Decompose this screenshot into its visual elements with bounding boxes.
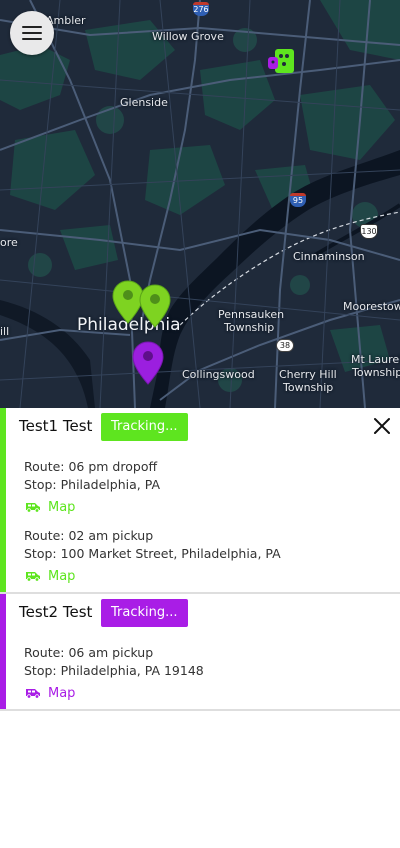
tracking-button[interactable]: Tracking... bbox=[101, 599, 188, 627]
close-icon[interactable] bbox=[370, 414, 394, 438]
person-name: Test2 Test bbox=[19, 603, 93, 621]
stop-address: Stop: Philadelphia, PA bbox=[24, 476, 160, 492]
route-name: Route: 06 am pickup bbox=[24, 645, 154, 660]
hamburger-menu-icon bbox=[22, 32, 42, 34]
marker-cluster-icon[interactable] bbox=[266, 47, 296, 77]
map-label-township: Township bbox=[283, 381, 334, 394]
map-label-cinnaminson: Cinnaminson bbox=[293, 250, 365, 263]
map-link-label: Map bbox=[48, 499, 76, 515]
route-name: Route: 06 pm dropoff bbox=[24, 459, 158, 474]
map-label-moorestown: Moorestown bbox=[343, 300, 400, 313]
map-label-collingswood: Collingswood bbox=[182, 368, 255, 381]
us-130-shield: 130 bbox=[360, 224, 378, 239]
hamburger-menu-icon bbox=[22, 26, 42, 28]
person-name: Test1 Test bbox=[19, 417, 93, 435]
map-link-label: Map bbox=[48, 685, 76, 701]
map-label-township: Township bbox=[224, 321, 275, 334]
map-link[interactable]: Map bbox=[0, 562, 400, 590]
hamburger-menu-icon bbox=[22, 38, 42, 40]
map-label-ill: ill bbox=[0, 325, 10, 338]
interstate-95-shield: 95 bbox=[290, 193, 306, 207]
map-label-cherry-hill: Cherry Hill bbox=[279, 368, 337, 381]
route-38-shield: 38 bbox=[276, 339, 294, 352]
map-link-label: Map bbox=[48, 568, 76, 584]
map-view[interactable]: Ambler Willow Grove Glenside ore Cinnami… bbox=[0, 0, 400, 408]
person-card: Test2 Test Tracking... Route: 06 am pick… bbox=[0, 594, 400, 711]
tracking-panel: Test1 Test Tracking... Route: 06 pm drop… bbox=[0, 408, 400, 848]
map-base bbox=[0, 0, 400, 408]
map-label-willow-grove: Willow Grove bbox=[152, 30, 224, 43]
map-link[interactable]: Map bbox=[0, 679, 400, 707]
map-link[interactable]: Map bbox=[0, 493, 400, 521]
card-header: Test2 Test Tracking... bbox=[0, 594, 400, 634]
stop-address: Stop: Philadelphia, PA 19148 bbox=[24, 662, 204, 678]
map-pin-icon[interactable] bbox=[132, 341, 164, 385]
menu-button[interactable] bbox=[10, 11, 54, 55]
van-icon bbox=[26, 503, 40, 513]
map-label-pennsauken: Pennsauken bbox=[218, 308, 285, 321]
person-card: Test1 Test Tracking... Route: 06 pm drop… bbox=[0, 408, 400, 594]
map-pin-icon[interactable] bbox=[139, 284, 171, 328]
interstate-276-shield: 276 bbox=[193, 2, 209, 16]
route-entry: Route: 02 am pickup Stop: 100 Market Str… bbox=[0, 527, 400, 562]
tracking-button[interactable]: Tracking... bbox=[101, 413, 188, 441]
app-root: Ambler Willow Grove Glenside ore Cinnami… bbox=[0, 0, 400, 848]
stop-address: Stop: 100 Market Street, Philadelphia, P… bbox=[24, 545, 281, 561]
van-icon bbox=[26, 572, 40, 582]
map-label-ore: ore bbox=[0, 236, 18, 249]
map-label-township: Township bbox=[352, 366, 400, 379]
map-label-mt-laurel: Mt Laurel bbox=[351, 353, 400, 366]
map-label-glenside: Glenside bbox=[120, 96, 168, 109]
card-header: Test1 Test Tracking... bbox=[0, 408, 400, 448]
route-entry: Route: 06 am pickup Stop: Philadelphia, … bbox=[0, 644, 400, 679]
route-name: Route: 02 am pickup bbox=[24, 528, 154, 543]
route-entry: Route: 06 pm dropoff Stop: Philadelphia,… bbox=[0, 458, 400, 493]
van-icon bbox=[26, 689, 40, 699]
